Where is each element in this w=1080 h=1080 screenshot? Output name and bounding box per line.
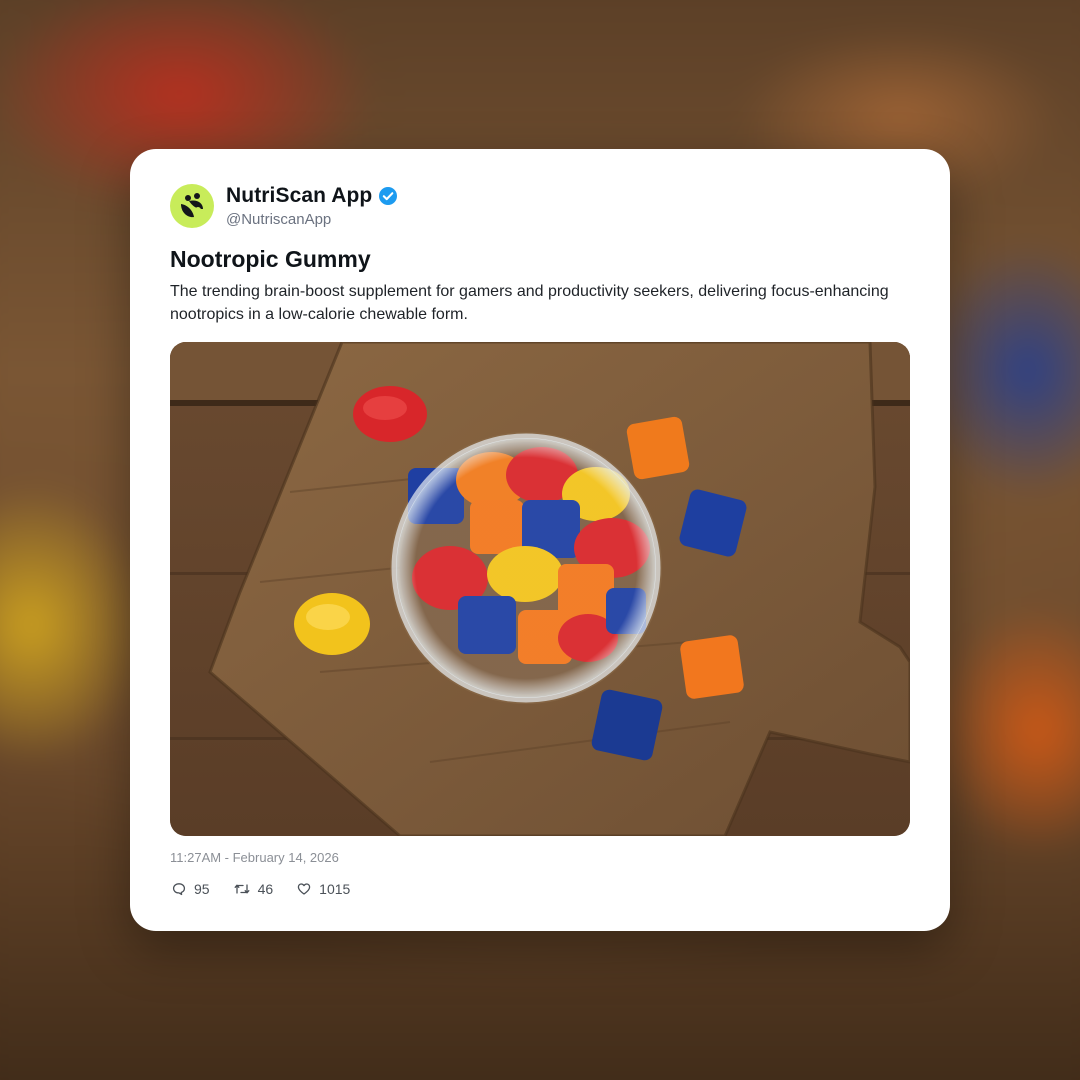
repost-button[interactable]: 46 [234,881,274,897]
comment-icon [172,883,186,896]
post-timestamp[interactable]: 11:27AM - February 14, 2026 [170,850,339,865]
author-name[interactable]: NutriScan App [226,184,372,208]
avatar[interactable] [170,184,214,228]
post-image[interactable] [170,342,910,836]
author-block: NutriScan App @NutriscanApp [226,184,398,228]
reply-count: 95 [194,881,210,897]
post-actions: 95 46 1015 [172,881,374,897]
verified-check-icon [378,186,398,206]
post-body: The trending brain-boost supplement for … [170,283,889,323]
post-header: NutriScan App @NutriscanApp [170,184,398,228]
author-handle[interactable]: @NutriscanApp [226,211,398,228]
like-button[interactable]: 1015 [297,881,350,897]
gummies-photo-icon [170,342,910,836]
like-count: 1015 [319,881,351,897]
repost-count: 46 [257,881,274,897]
post-card: NutriScan App @NutriscanApp Nootropic Gu… [130,149,950,931]
heart-icon [297,883,311,895]
post-title: Nootropic Gummy [170,246,371,272]
repost-icon [234,884,250,894]
nutriscan-logo-icon [181,193,203,218]
reply-button[interactable]: 95 [172,881,210,897]
